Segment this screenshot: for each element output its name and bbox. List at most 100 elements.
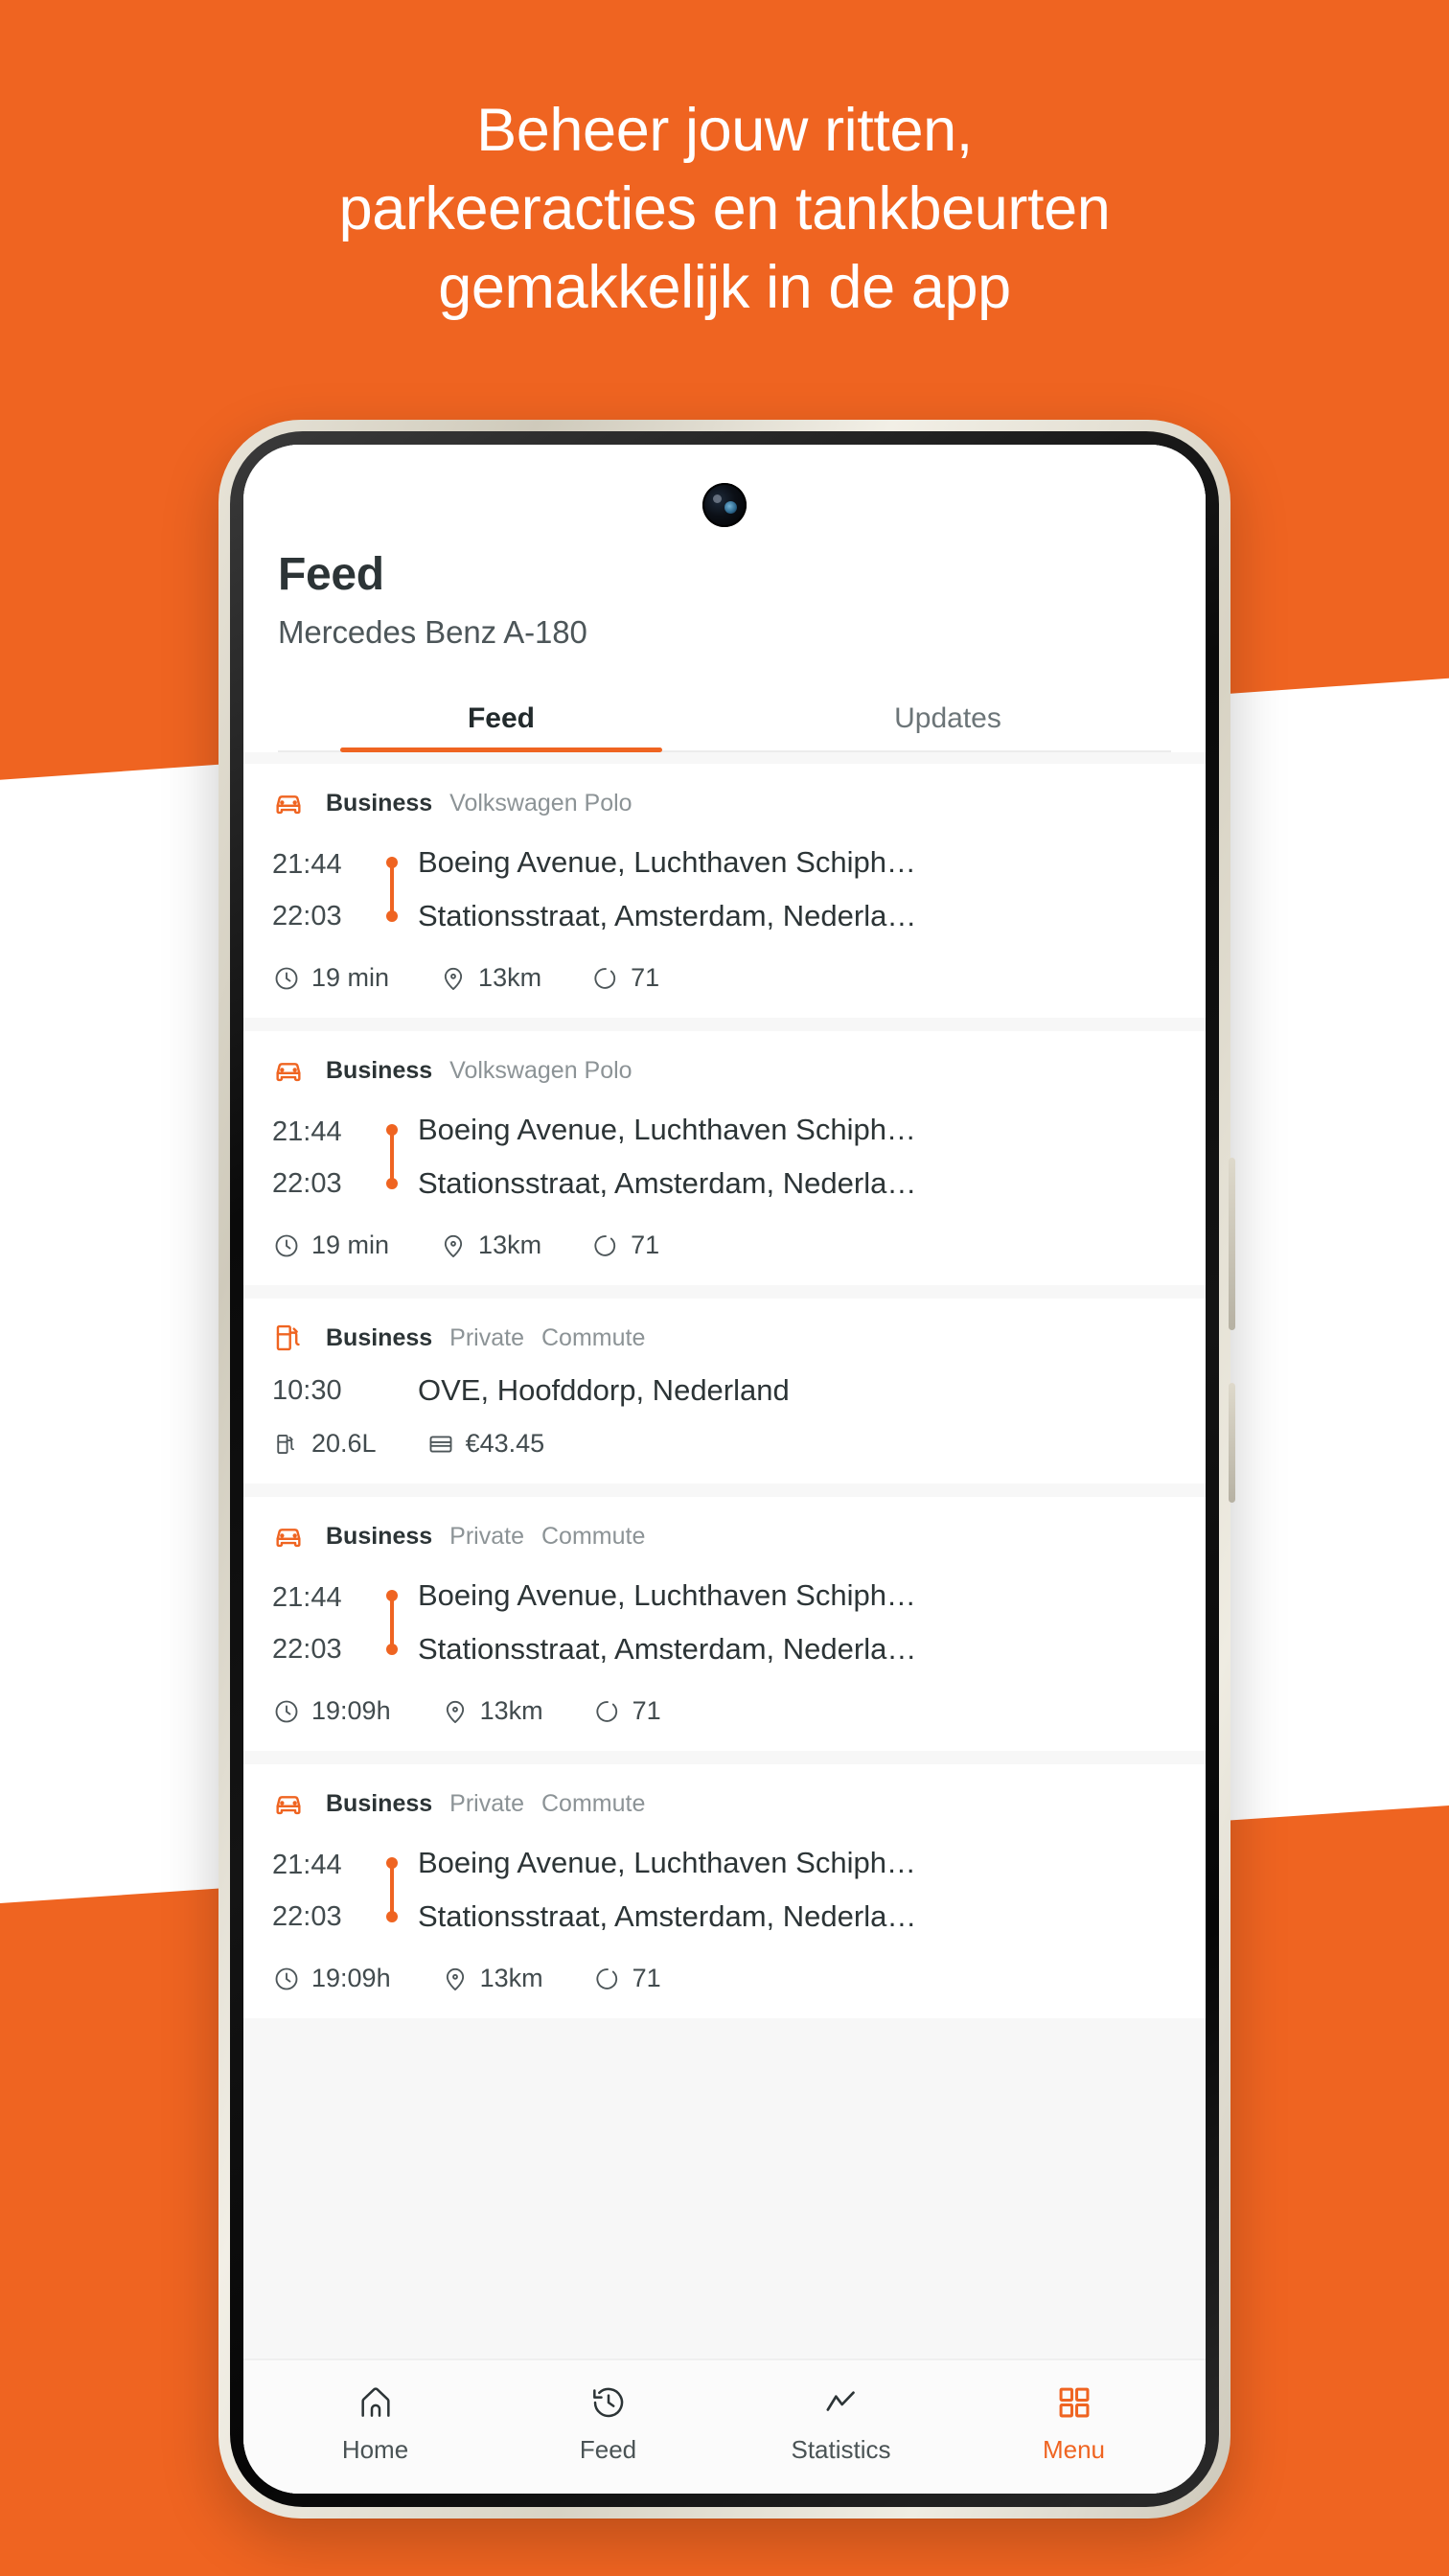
tab-feed[interactable]: Feed [278, 689, 724, 752]
gauge-icon [591, 964, 620, 993]
nav-label: Menu [1042, 2435, 1106, 2464]
trip-addresses: Boeing Avenue, Luchthaven Schiph… Statio… [404, 1837, 1177, 1943]
trip-metrics: 19:09h 13km 71 [272, 1964, 1177, 1993]
phone-power-button[interactable] [1229, 1383, 1235, 1503]
trip-times: 21:44 22:03 [272, 1570, 380, 1675]
trend-line-icon [820, 2381, 862, 2424]
front-camera-icon [702, 483, 747, 527]
phone-mockup: Feed Mercedes Benz A-180 Feed Updates Bu… [218, 420, 1235, 2518]
trip-end-time: 22:03 [272, 900, 342, 932]
nav-item-statistics[interactable]: Statistics [724, 2381, 957, 2465]
trip-end-address: Stationsstraat, Amsterdam, Nederla… [418, 899, 917, 932]
metric-distance: 13km [439, 1230, 541, 1260]
trip-end-address: Stationsstraat, Amsterdam, Nederla… [418, 1899, 917, 1933]
headline-line-1: Beheer jouw ritten, [476, 97, 973, 164]
clock-icon [272, 1231, 301, 1260]
route-track-icon [380, 837, 404, 942]
trip-addresses: Boeing Avenue, Luchthaven Schiph… Statio… [404, 837, 1177, 942]
trip-end-time: 22:03 [272, 1167, 342, 1199]
feed-card-trip[interactable]: Business Private Commute 21:44 22:03 Boe… [243, 1764, 1206, 2018]
feed-card-trip[interactable]: Business Volkswagen Polo 21:44 22:03 Boe… [243, 1031, 1206, 1285]
promo-headline: Beheer jouw ritten, parkeeracties en tan… [0, 92, 1449, 328]
route-track-icon [380, 1570, 404, 1675]
metric-value: 19 min [311, 963, 390, 992]
tag-label: Commute [540, 1323, 646, 1351]
card-tags: Business Private Commute [272, 1787, 1177, 1820]
tag-label: Business [326, 789, 433, 816]
metric-value: 71 [632, 1964, 661, 1992]
car-icon [272, 1054, 305, 1087]
clock-icon [272, 1965, 301, 1993]
metric-score: 71 [593, 1964, 661, 1993]
fuel-location-row: 10:30 OVE, Hoofddorp, Nederland [272, 1373, 1177, 1408]
feed-card-trip[interactable]: Business Private Commute 21:44 22:03 Boe… [243, 1497, 1206, 1751]
card-icon [426, 1430, 455, 1459]
trip-start-address: Boeing Avenue, Luchthaven Schiph… [418, 845, 916, 879]
nav-item-feed[interactable]: Feed [492, 2381, 724, 2465]
metric-duration: 19 min [272, 963, 389, 993]
metric-value: 71 [631, 963, 660, 992]
trip-addresses: Boeing Avenue, Luchthaven Schiph… Statio… [404, 1104, 1177, 1209]
metric-value: 13km [479, 1696, 543, 1725]
tag-label: Business [326, 1323, 433, 1351]
gauge-icon [593, 1697, 622, 1726]
feed-card-trip[interactable]: Business Volkswagen Polo 21:44 22:03 Boe… [243, 764, 1206, 1018]
route-track-icon [380, 1837, 404, 1943]
metric-distance: 13km [441, 1964, 543, 1993]
app-root: Feed Mercedes Benz A-180 Feed Updates Bu… [243, 445, 1206, 2494]
card-tags: Business Private Commute [272, 1322, 1177, 1354]
tag-label: Business [326, 1056, 433, 1084]
nav-item-home[interactable]: Home [259, 2381, 492, 2465]
tag-label: Private [449, 1522, 524, 1550]
feed-list[interactable]: Business Volkswagen Polo 21:44 22:03 Boe… [243, 752, 1206, 2358]
trip-metrics: 19 min 13km 71 [272, 963, 1177, 993]
pin-icon [439, 1231, 468, 1260]
metric-score: 71 [593, 1696, 661, 1726]
page-title: Feed [278, 549, 384, 600]
history-clock-icon [587, 2381, 630, 2424]
feed-card-fuel[interactable]: Business Private Commute 10:30 OVE, Hoof… [243, 1299, 1206, 1484]
car-icon [272, 1787, 305, 1820]
phone-volume-button[interactable] [1229, 1158, 1235, 1330]
metric-volume: 20.6L [272, 1429, 377, 1459]
route-track-icon [380, 1104, 404, 1209]
metric-value: 19 min [311, 1230, 390, 1259]
trip-start-address: Boeing Avenue, Luchthaven Schiph… [418, 1578, 916, 1612]
trip-start-time: 21:44 [272, 1581, 342, 1613]
metric-duration: 19:09h [272, 1964, 391, 1993]
headline-line-3: gemakkelijk in de app [438, 253, 1011, 321]
trip-end-time: 22:03 [272, 1633, 342, 1665]
vehicle-subtitle: Mercedes Benz A-180 [278, 614, 587, 650]
trip-route: 21:44 22:03 Boeing Avenue, Luchthaven Sc… [272, 1570, 1177, 1675]
card-tags: Business Volkswagen Polo [272, 1054, 1177, 1087]
phone-screen: Feed Mercedes Benz A-180 Feed Updates Bu… [243, 445, 1206, 2494]
clock-icon [272, 1697, 301, 1726]
gauge-icon [593, 1965, 622, 1993]
headline-line-2: parkeeracties en tankbeurten [338, 174, 1111, 242]
metric-score: 71 [591, 963, 659, 993]
trip-metrics: 19:09h 13km 71 [272, 1696, 1177, 1726]
metric-value: 19:09h [311, 1696, 391, 1725]
tag-label: Volkswagen Polo [449, 789, 632, 816]
metric-value: 13km [479, 1964, 543, 1992]
tag-label: Private [449, 1789, 524, 1817]
trip-start-address: Boeing Avenue, Luchthaven Schiph… [418, 1846, 916, 1879]
card-tags: Business Private Commute [272, 1520, 1177, 1552]
metric-value: 19:09h [311, 1964, 391, 1992]
gauge-icon [591, 1231, 620, 1260]
metric-distance: 13km [439, 963, 541, 993]
tag-label: Business [326, 1522, 433, 1550]
pin-icon [441, 1697, 470, 1726]
tab-updates[interactable]: Updates [724, 689, 1171, 750]
nav-item-menu[interactable]: Menu [957, 2381, 1190, 2465]
car-icon [272, 787, 305, 819]
tag-label: Business [326, 1789, 433, 1817]
fuel-icon [272, 1430, 301, 1459]
trip-end-address: Stationsstraat, Amsterdam, Nederla… [418, 1166, 917, 1200]
metric-value: €43.45 [465, 1429, 545, 1458]
tag-label: Volkswagen Polo [449, 1056, 632, 1084]
trip-route: 21:44 22:03 Boeing Avenue, Luchthaven Sc… [272, 837, 1177, 942]
pin-icon [439, 964, 468, 993]
nav-label: Statistics [791, 2435, 891, 2464]
trip-route: 21:44 22:03 Boeing Avenue, Luchthaven Sc… [272, 1104, 1177, 1209]
